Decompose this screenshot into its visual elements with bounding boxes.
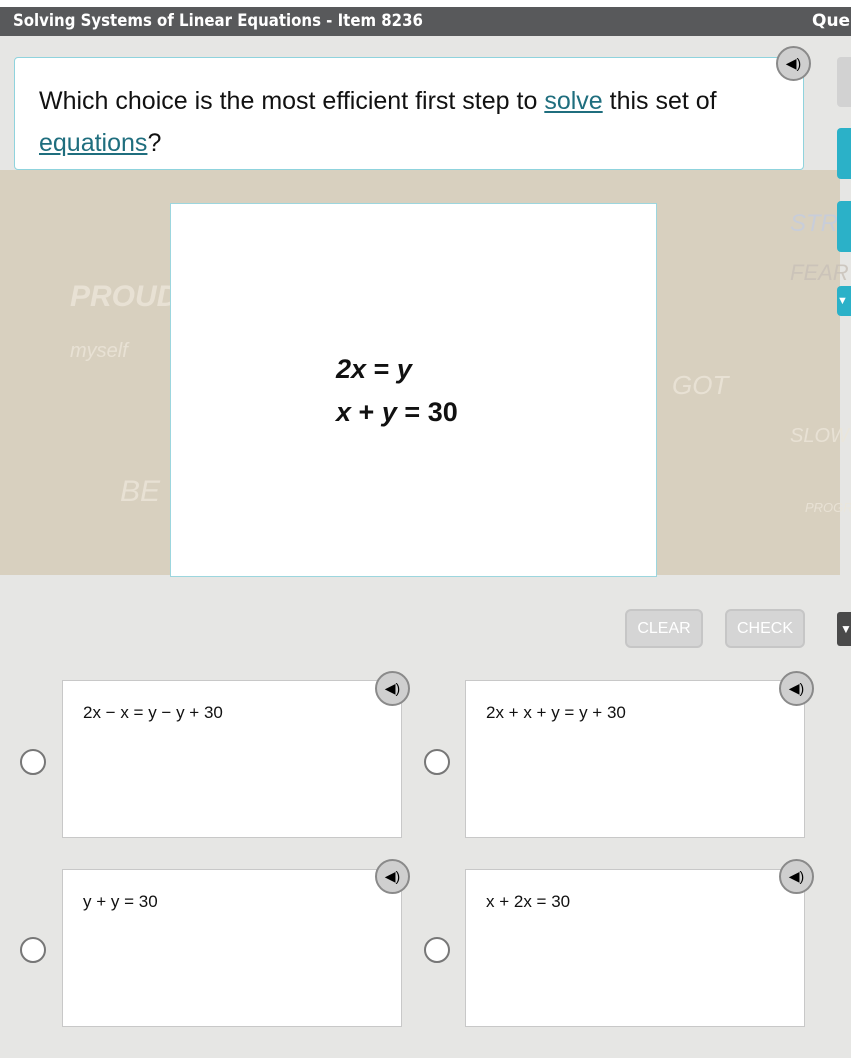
question-text: Which choice is the most efficient first… bbox=[39, 80, 779, 164]
bg-text: SLOW bbox=[790, 425, 849, 447]
speaker-icon[interactable]: ◀) bbox=[776, 46, 811, 81]
bg-text: PROUD bbox=[70, 280, 179, 313]
bg-text: PROGR bbox=[805, 500, 851, 515]
answer-choice[interactable]: 2x − x = y − y + 30 bbox=[62, 680, 402, 838]
side-tab[interactable] bbox=[837, 128, 851, 179]
check-button[interactable]: CHECK bbox=[725, 609, 805, 648]
speaker-icon[interactable]: ◀) bbox=[375, 859, 410, 894]
question-prompt: Which choice is the most efficient first… bbox=[14, 57, 804, 170]
term: 2x bbox=[336, 354, 367, 384]
side-tab[interactable] bbox=[837, 201, 851, 252]
choice-radio[interactable] bbox=[20, 749, 46, 775]
term: y bbox=[396, 354, 412, 384]
operator: = bbox=[373, 354, 390, 384]
triangle-down-icon[interactable]: ▼ bbox=[837, 612, 851, 646]
choice-radio[interactable] bbox=[424, 937, 450, 963]
equation-1: 2x = y bbox=[336, 354, 412, 385]
bg-text: myself bbox=[70, 340, 128, 362]
term: 30 bbox=[427, 397, 458, 427]
choice-radio[interactable] bbox=[424, 749, 450, 775]
answer-choice[interactable]: x + 2x = 30 bbox=[465, 869, 805, 1027]
clear-button[interactable]: CLEAR bbox=[625, 609, 703, 648]
bg-text: FEAR bbox=[790, 260, 849, 285]
text: this set of bbox=[602, 87, 717, 115]
choice-label: x + 2x = 30 bbox=[486, 892, 571, 911]
text: ? bbox=[147, 129, 162, 157]
triangle-down-icon[interactable]: ▼ bbox=[837, 286, 851, 316]
question-label: Ques bbox=[812, 11, 851, 31]
choice-radio[interactable] bbox=[20, 937, 46, 963]
choice-label: 2x − x = y − y + 30 bbox=[83, 703, 223, 722]
equation-2: x + y = 30 bbox=[336, 397, 458, 428]
top-strip bbox=[0, 0, 851, 7]
text: Which choice is the most efficient first… bbox=[39, 87, 545, 115]
operator: + bbox=[358, 397, 375, 427]
equations-card: 2x = y x + y = 30 bbox=[170, 203, 657, 577]
page-title: Solving Systems of Linear Equations - It… bbox=[13, 11, 423, 31]
speaker-icon[interactable]: ◀) bbox=[375, 671, 410, 706]
answer-choice[interactable]: 2x + x + y = y + 30 bbox=[465, 680, 805, 838]
term: x bbox=[336, 397, 352, 427]
bg-text: BE bbox=[120, 475, 161, 508]
choice-label: y + y = 30 bbox=[83, 892, 158, 911]
speaker-icon[interactable]: ◀) bbox=[779, 859, 814, 894]
operator: = bbox=[404, 397, 421, 427]
glossary-link-solve[interactable]: solve bbox=[544, 87, 602, 115]
glossary-link-equations[interactable]: equations bbox=[39, 129, 147, 157]
bg-text: GOT bbox=[672, 370, 729, 400]
side-tab[interactable] bbox=[837, 57, 851, 107]
answer-choice[interactable]: y + y = 30 bbox=[62, 869, 402, 1027]
speaker-icon[interactable]: ◀) bbox=[779, 671, 814, 706]
title-bar: Solving Systems of Linear Equations - It… bbox=[0, 7, 851, 36]
choice-label: 2x + x + y = y + 30 bbox=[486, 703, 626, 722]
term: y bbox=[381, 397, 397, 427]
